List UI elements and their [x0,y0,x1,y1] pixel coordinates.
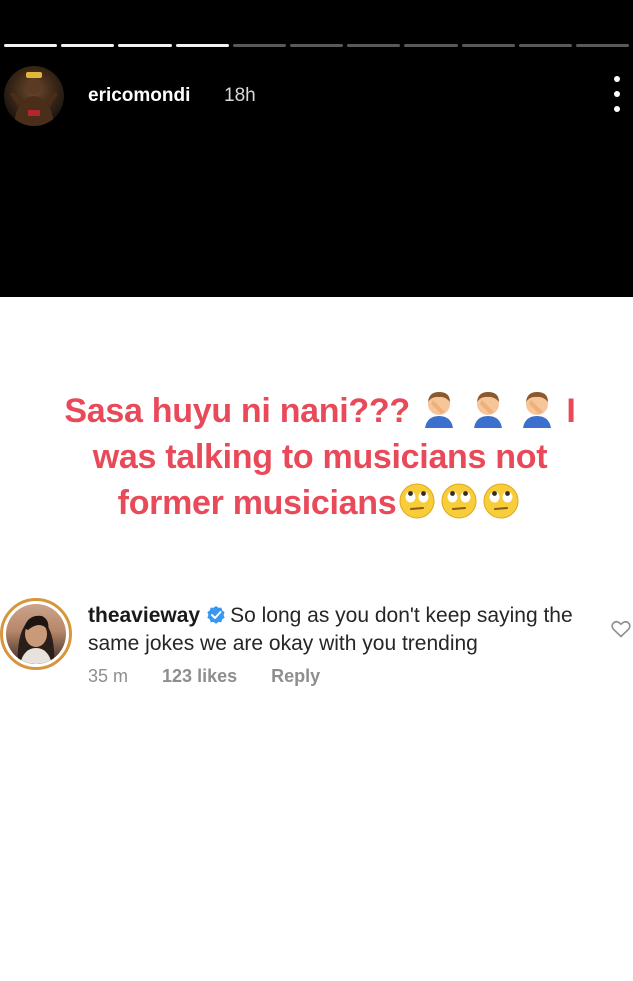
comment-time: 35 m [88,666,129,686]
comment-likes[interactable]: 123 likes [162,666,237,687]
progress-segment [347,44,401,47]
caption-line-3: former musicians [40,480,600,526]
eye-roll-emoji-icon [399,483,435,519]
avatar-figure-icon [10,72,58,126]
avatar-portrait-icon [17,615,55,664]
progress-segment [575,44,630,47]
comment-body: theavieway So long as you don't keep say… [88,602,598,658]
story-timestamp: 18h [224,85,256,106]
comment-user-avatar[interactable] [0,598,72,670]
comment-meta: 35 m 123 likes Reply [88,666,320,687]
facepalm-emoji-icon [424,392,453,428]
story-user-avatar[interactable] [4,66,64,126]
reply-button[interactable]: Reply [271,666,320,687]
story-progress-bar [0,44,633,48]
eye-roll-emoji-icon [483,483,519,519]
caption-text-3: former musicians [117,484,397,522]
progress-segment [232,44,286,47]
heart-icon[interactable] [611,620,631,638]
caption-text-1-end: I [566,392,576,430]
verified-badge-icon [207,606,225,624]
facepalm-emoji-icon [523,392,552,428]
comment: theavieway So long as you don't keep say… [0,598,633,708]
story-caption: Sasa huyu ni nani??? I was talking to mu… [40,388,600,526]
comment-username[interactable]: theavieway [88,604,200,627]
more-vertical-icon[interactable] [611,76,623,112]
eye-roll-emoji-icon [441,483,477,519]
progress-segment [289,44,344,47]
progress-segment [61,44,115,47]
progress-segment [175,44,229,47]
progress-segment [118,44,172,47]
story-header-area: ericomondi 18h [0,0,633,297]
caption-text-1: Sasa huyu ni nani??? [64,392,410,430]
caption-line-1: Sasa huyu ni nani??? I [40,388,600,434]
facepalm-emoji-icon [474,392,503,428]
progress-segment [518,44,572,47]
story-username[interactable]: ericomondi [88,85,190,107]
progress-segment [404,44,458,47]
story-header: ericomondi 18h [0,66,633,126]
progress-segment [4,44,58,47]
caption-line-2: was talking to musicians not [92,438,548,476]
progress-segment [461,44,515,47]
